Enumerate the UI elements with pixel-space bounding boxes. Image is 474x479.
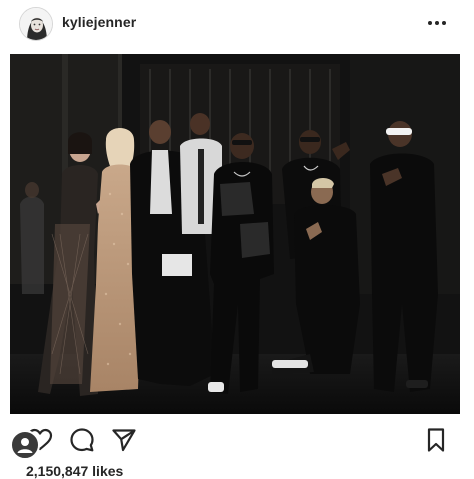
- user-badge-icon[interactable]: [10, 430, 40, 460]
- instagram-post: kyliejenner 2,150,847 likes: [0, 0, 474, 479]
- profile-avatar-icon[interactable]: [19, 7, 53, 41]
- username-link[interactable]: kyliejenner: [62, 14, 136, 30]
- post-actions: [0, 418, 474, 458]
- more-options-icon[interactable]: [424, 12, 450, 34]
- paper-plane-icon[interactable]: [110, 426, 138, 454]
- bookmark-icon[interactable]: [422, 426, 450, 454]
- comment-icon[interactable]: [68, 426, 96, 454]
- post-photo[interactable]: [10, 54, 460, 414]
- photo-image: [10, 54, 460, 414]
- post-header: kyliejenner: [0, 0, 474, 48]
